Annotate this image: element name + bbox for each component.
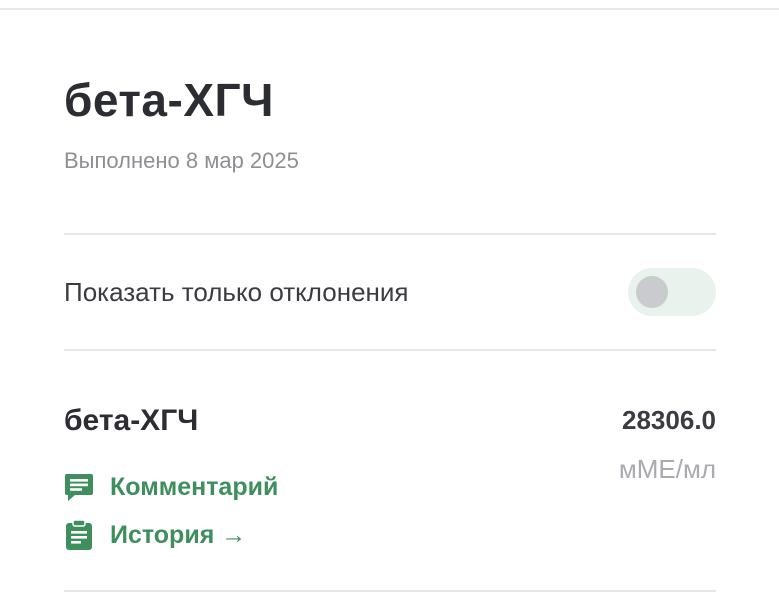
history-link[interactable]: История →: [64, 519, 246, 551]
result-name: бета-ХГЧ: [64, 404, 199, 437]
result-unit: мМЕ/мл: [618, 454, 716, 484]
completed-date: Выполнено 8 мар 2025: [64, 148, 299, 173]
divider: [64, 590, 716, 592]
comment-link-label: Комментарий: [110, 473, 279, 501]
clipboard-icon: [64, 519, 94, 551]
history-link-label: История →: [110, 521, 247, 549]
deviations-filter-label: Показать только отклонения: [64, 277, 409, 307]
comment-icon: [64, 471, 94, 503]
comment-link[interactable]: Комментарий: [64, 471, 278, 503]
page-title: бета-ХГЧ: [64, 74, 274, 126]
toggle-knob: [636, 276, 668, 308]
deviations-toggle[interactable]: [628, 268, 716, 316]
test-detail-page: бета-ХГЧ Выполнено 8 мар 2025 Показать т…: [64, 0, 716, 600]
divider: [64, 233, 716, 235]
divider: [64, 349, 716, 351]
result-value: 28306.0: [622, 405, 716, 435]
